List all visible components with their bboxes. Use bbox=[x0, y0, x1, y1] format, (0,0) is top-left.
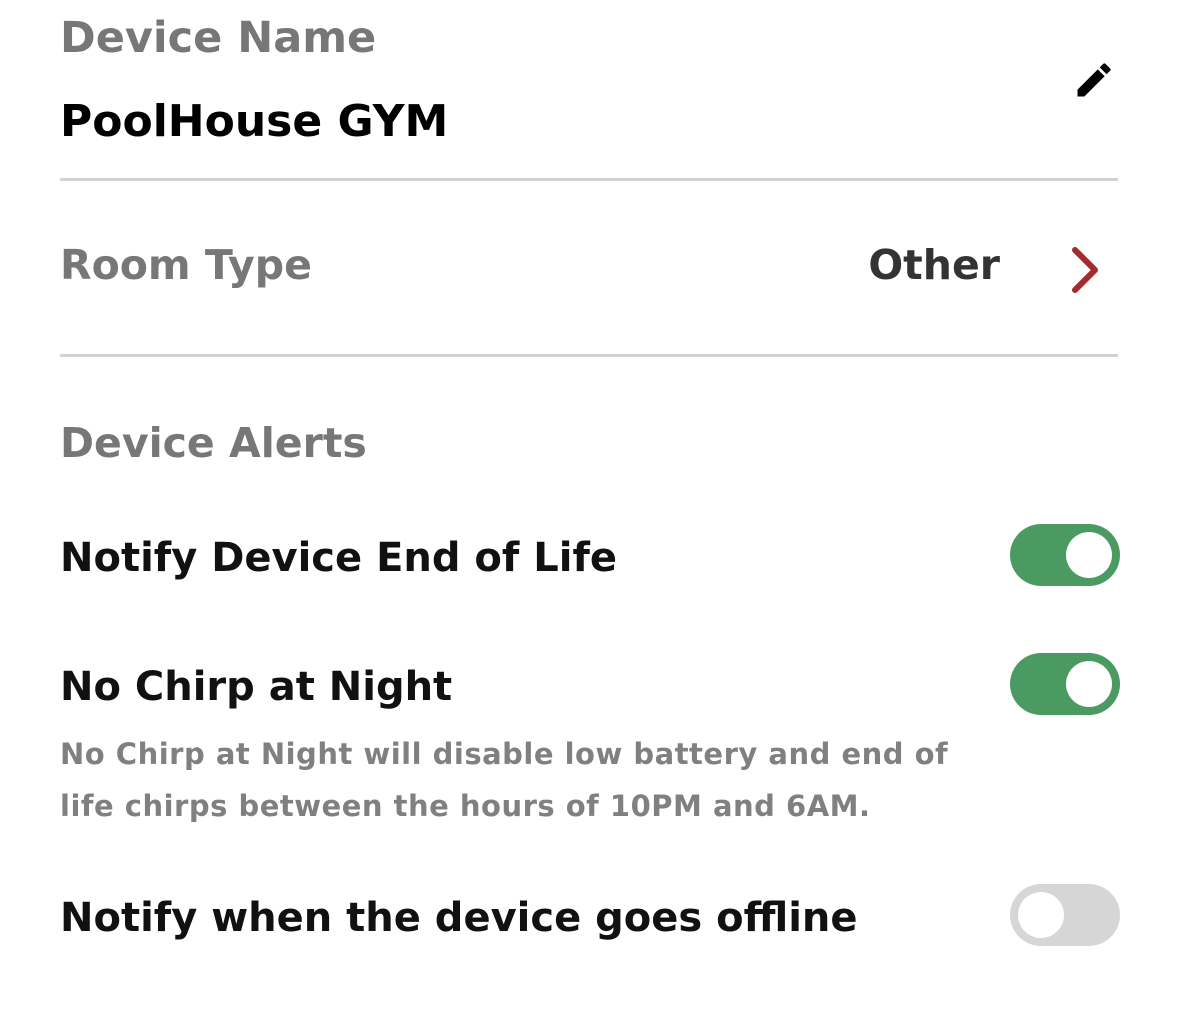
edit-device-name-button[interactable] bbox=[1066, 54, 1122, 110]
device-alerts-header: Device Alerts bbox=[60, 419, 367, 467]
alert-end-of-life-label: Notify Device End of Life bbox=[60, 535, 617, 581]
offline-toggle[interactable] bbox=[1010, 884, 1120, 946]
no-chirp-toggle[interactable] bbox=[1010, 653, 1120, 715]
pencil-icon bbox=[1072, 58, 1116, 106]
alert-offline-label: Notify when the device goes offline bbox=[60, 895, 858, 941]
alert-no-chirp-label: No Chirp at Night bbox=[60, 664, 453, 710]
device-name-value: PoolHouse GYM bbox=[60, 96, 449, 147]
divider bbox=[60, 178, 1118, 181]
chevron-right-icon bbox=[1066, 245, 1106, 295]
toggle-knob bbox=[1066, 532, 1112, 578]
device-name-label: Device Name bbox=[60, 13, 377, 63]
toggle-knob bbox=[1066, 661, 1112, 707]
room-type-row[interactable]: Room Type Other bbox=[60, 215, 1118, 325]
toggle-knob bbox=[1018, 892, 1064, 938]
no-chirp-description: No Chirp at Night will disable low batte… bbox=[60, 737, 949, 823]
end-of-life-toggle[interactable] bbox=[1010, 524, 1120, 586]
room-type-value: Other bbox=[868, 241, 1000, 289]
divider bbox=[60, 354, 1118, 357]
room-type-label: Room Type bbox=[60, 241, 312, 289]
